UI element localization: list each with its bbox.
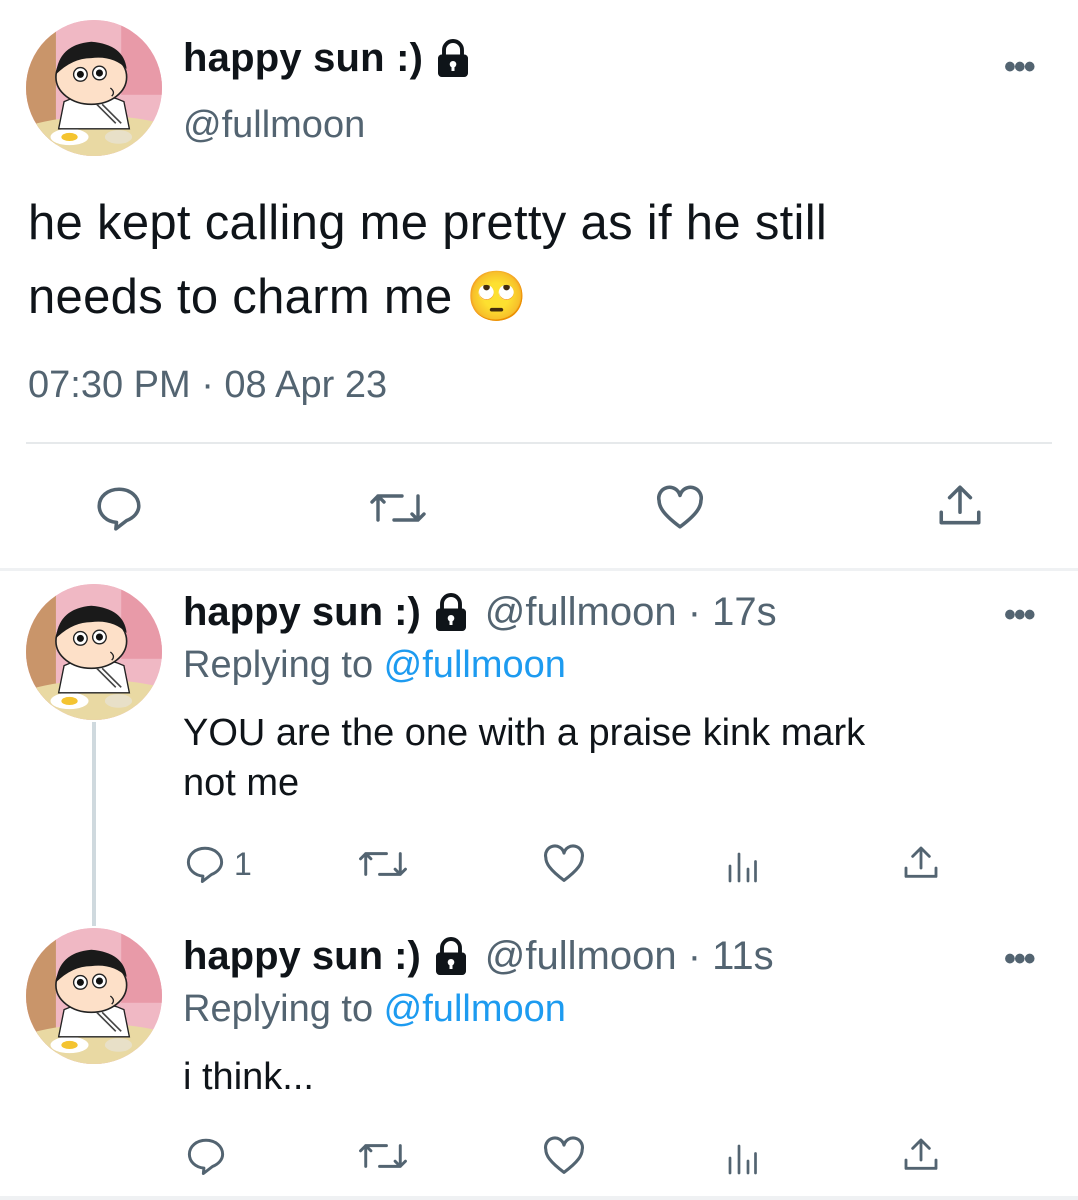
avatar[interactable] — [26, 20, 162, 156]
replying-prefix: Replying to — [183, 644, 384, 686]
like-icon[interactable] — [542, 1136, 586, 1176]
display-name[interactable]: happy sun :) — [183, 36, 471, 81]
display-name[interactable]: happy sun :) — [183, 934, 421, 979]
more-icon[interactable]: ••• — [1004, 48, 1036, 87]
avatar-image — [26, 584, 162, 720]
retweet-icon[interactable] — [366, 484, 430, 532]
handle-time[interactable]: @fullmoon · 17s — [485, 590, 777, 635]
reply-icon — [186, 846, 224, 883]
lock-icon — [435, 592, 466, 631]
section-divider — [0, 1196, 1078, 1200]
replying-prefix: Replying to — [183, 988, 384, 1030]
more-icon[interactable]: ••• — [1004, 596, 1036, 635]
divider — [26, 442, 1052, 444]
share-icon[interactable] — [900, 1134, 942, 1176]
timestamp[interactable]: 07:30 PM · 08 Apr 23 — [28, 364, 387, 407]
reply-count: 1 — [234, 845, 252, 882]
reply-text: YOU are the one with a praise kink mark … — [183, 708, 1033, 808]
handle[interactable]: @fullmoon — [183, 104, 365, 147]
reply-text-line: i think... — [183, 1056, 314, 1098]
reply-header: happy sun :) @fullmoon · 17s — [183, 590, 777, 635]
reply-header: happy sun :) @fullmoon · 11s — [183, 934, 774, 979]
reply-text-line: YOU are the one with a praise kink mark — [183, 712, 866, 754]
thread-line — [92, 722, 96, 926]
display-name-text: happy sun :) — [183, 36, 424, 80]
avatar[interactable] — [26, 584, 162, 720]
reply-button[interactable]: 1 — [184, 842, 252, 886]
display-name[interactable]: happy sun :) — [183, 590, 421, 635]
replying-to: Replying to @fullmoon — [183, 644, 566, 687]
more-icon[interactable]: ••• — [1004, 940, 1036, 979]
reply-text-line: not me — [183, 762, 300, 804]
retweet-icon[interactable] — [356, 844, 410, 884]
share-icon[interactable] — [934, 480, 986, 532]
lock-icon — [435, 936, 466, 975]
reply-text: i think... — [183, 1052, 1033, 1102]
mention-link[interactable]: @fullmoon — [384, 644, 566, 686]
avatar[interactable] — [26, 928, 162, 1064]
analytics-icon[interactable] — [722, 1138, 762, 1178]
section-divider — [0, 568, 1078, 571]
reply-icon[interactable] — [92, 484, 146, 532]
share-icon[interactable] — [900, 842, 942, 884]
like-icon[interactable] — [542, 844, 586, 884]
avatar-image — [26, 20, 162, 156]
handle-time[interactable]: @fullmoon · 11s — [485, 934, 774, 979]
tweet-text-line: needs to charm me 🙄 — [28, 270, 528, 324]
replying-to: Replying to @fullmoon — [183, 988, 566, 1031]
tweet-text: he kept calling me pretty as if he still… — [28, 186, 1038, 334]
analytics-icon[interactable] — [722, 846, 762, 886]
tweet-text-line: he kept calling me pretty as if he still — [28, 196, 828, 250]
reply-icon[interactable] — [184, 1134, 228, 1178]
like-icon[interactable] — [652, 484, 708, 532]
avatar-image — [26, 928, 162, 1064]
retweet-icon[interactable] — [356, 1136, 410, 1176]
lock-icon — [438, 38, 469, 77]
mention-link[interactable]: @fullmoon — [384, 988, 566, 1030]
